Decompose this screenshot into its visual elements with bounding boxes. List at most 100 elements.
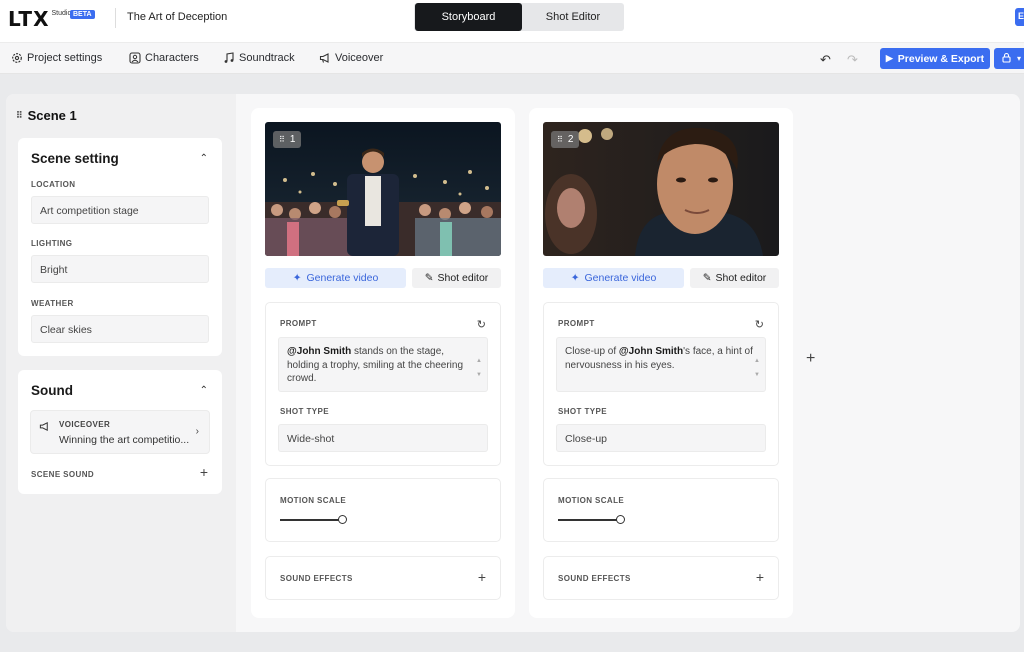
prompt-label: PROMPT <box>280 319 317 328</box>
play-icon: ▶ <box>885 53 893 63</box>
prompt-textarea[interactable]: @John Smith stands on the stage, holding… <box>278 337 488 392</box>
chevron-down-icon: ▾ <box>1017 54 1022 63</box>
prompt-section: PROMPT ↻ @John Smith stands on the stage… <box>265 302 501 466</box>
chevron-up-icon[interactable]: ⌃ <box>200 385 208 396</box>
tab-shot-editor[interactable]: Shot Editor <box>522 3 624 31</box>
preview-export-button[interactable]: ▶ Preview & Export <box>880 48 990 69</box>
lighting-field[interactable]: Bright <box>31 255 209 283</box>
shot-thumbnail[interactable]: ⠿ 2 <box>543 122 779 256</box>
shot-number-badge[interactable]: ⠿ 1 <box>273 131 302 148</box>
drag-handle-icon[interactable]: ⠿ <box>16 110 23 121</box>
generate-video-button[interactable]: ✦ Generate video <box>265 268 406 288</box>
prompt-prefix: Close-up of <box>565 346 619 357</box>
prompt-label: PROMPT <box>558 319 595 328</box>
voiceover-label: Voiceover <box>335 51 384 64</box>
characters-button[interactable]: Characters <box>128 51 199 64</box>
scene-setting-title: Scene setting <box>31 151 119 166</box>
character-mention[interactable]: @John Smith <box>619 346 683 357</box>
undo-icon[interactable]: ↶ <box>820 52 831 68</box>
prompt-section: PROMPT ↻ Close-up of @John Smith's face,… <box>543 302 779 466</box>
weather-field[interactable]: Clear skies <box>31 315 209 343</box>
gear-icon <box>10 51 23 64</box>
edit-icon: ✎ <box>424 272 434 284</box>
beta-badge: BETA <box>70 10 95 19</box>
characters-label: Characters <box>145 51 199 64</box>
drag-handle-icon: ⠿ <box>557 135 563 144</box>
scene-title[interactable]: ⠿ Scene 1 <box>16 108 77 123</box>
shot-card: ⠿ 2 ✦ Generate video ✎ Shot editor PROMP… <box>529 108 793 618</box>
sound-effects-label: SOUND EFFECTS <box>280 574 353 583</box>
storyboard-workspace: ⠿ Scene 1 Scene setting ⌃ LOCATION Art c… <box>6 94 1020 632</box>
motion-scale-knob[interactable] <box>616 515 625 524</box>
chevron-right-icon: › <box>195 426 199 437</box>
logo-side: Studio <box>52 10 72 17</box>
megaphone-icon <box>39 421 50 435</box>
motion-scale-label: MOTION SCALE <box>280 496 347 505</box>
mode-switch: Storyboard Shot Editor <box>414 3 624 31</box>
shot-number-badge[interactable]: ⠿ 2 <box>551 131 580 148</box>
soundtrack-button[interactable]: Soundtrack <box>222 51 295 64</box>
drag-handle-icon: ⠿ <box>279 135 285 144</box>
shot-type-field[interactable]: Wide-shot <box>278 424 488 452</box>
sound-card: Sound ⌃ VOICEOVER Winning the art compet… <box>18 370 222 494</box>
add-sound-effect-icon[interactable]: + <box>478 569 486 585</box>
generate-video-label: Generate video <box>584 272 657 284</box>
shot-editor-button[interactable]: ✎ Shot editor <box>690 268 779 288</box>
character-mention[interactable]: @John Smith <box>287 346 351 357</box>
add-scene-sound-icon[interactable]: + <box>200 464 208 480</box>
project-title[interactable]: The Art of Deception <box>127 11 227 23</box>
voiceover-text: Winning the art competitio... <box>59 434 190 446</box>
shot-type-label: SHOT TYPE <box>558 407 607 416</box>
scroll-arrows-icon[interactable]: ▲ ▼ <box>754 342 760 394</box>
top-bar: LTX Studio BETA The Art of Deception Sto… <box>0 0 1024 42</box>
chevron-up-icon[interactable]: ⌃ <box>200 153 208 164</box>
megaphone-icon <box>318 51 331 64</box>
scene-sound-label: SCENE SOUND <box>31 470 95 479</box>
project-settings-label: Project settings <box>27 51 103 64</box>
shot-thumbnail[interactable]: ⠿ 1 <box>265 122 501 256</box>
shot-editor-label: Shot editor <box>437 272 489 284</box>
motion-scale-knob[interactable] <box>338 515 347 524</box>
motion-scale-track[interactable] <box>280 519 342 521</box>
voiceover-button[interactable]: Voiceover <box>318 51 383 64</box>
soundtrack-label: Soundtrack <box>239 51 295 64</box>
sound-effects-section: SOUND EFFECTS + <box>265 556 501 600</box>
shot-editor-button[interactable]: ✎ Shot editor <box>412 268 501 288</box>
add-sound-effect-icon[interactable]: + <box>756 569 764 585</box>
motion-scale-section: MOTION SCALE <box>543 478 779 542</box>
character-icon <box>128 51 141 64</box>
sound-title: Sound <box>31 383 73 398</box>
motion-scale-label: MOTION SCALE <box>558 496 625 505</box>
shot-type-field[interactable]: Close-up <box>556 424 766 452</box>
voiceover-item[interactable]: VOICEOVER Winning the art competitio... … <box>30 410 210 454</box>
scene-title-label: Scene 1 <box>27 108 77 123</box>
logo-studio: Studio <box>51 10 72 17</box>
scene-setting-card: Scene setting ⌃ LOCATION Art competition… <box>18 138 222 356</box>
music-note-icon <box>222 51 235 64</box>
ltx-logo[interactable]: LTX Studio <box>8 7 71 31</box>
user-avatar[interactable]: E <box>1015 8 1024 26</box>
refresh-icon[interactable]: ↻ <box>477 318 486 331</box>
sound-effects-section: SOUND EFFECTS + <box>543 556 779 600</box>
shot-editor-label: Shot editor <box>715 272 767 284</box>
add-shot-icon[interactable]: + <box>806 350 815 368</box>
prompt-textarea[interactable]: Close-up of @John Smith's face, a hint o… <box>556 337 766 392</box>
scroll-arrows-icon[interactable]: ▲ ▼ <box>476 342 482 394</box>
tab-storyboard[interactable]: Storyboard <box>415 3 522 31</box>
sparkle-icon: ✦ <box>570 272 580 284</box>
redo-icon[interactable]: ↷ <box>847 52 858 68</box>
share-button[interactable]: ▾ <box>994 48 1024 69</box>
sound-effects-label: SOUND EFFECTS <box>558 574 631 583</box>
edit-icon: ✎ <box>702 272 712 284</box>
refresh-icon[interactable]: ↻ <box>755 318 764 331</box>
shot-card: ⠿ 1 ✦ Generate video ✎ Shot editor PROMP… <box>251 108 515 618</box>
generate-video-button[interactable]: ✦ Generate video <box>543 268 684 288</box>
location-field[interactable]: Art competition stage <box>31 196 209 224</box>
motion-scale-track[interactable] <box>558 519 620 521</box>
shot-number: 2 <box>567 134 574 145</box>
project-settings-button[interactable]: Project settings <box>10 51 102 64</box>
location-label: LOCATION <box>31 180 76 189</box>
logo-mark: LTX <box>8 7 50 31</box>
generate-video-label: Generate video <box>306 272 379 284</box>
toolbar: Project settings Characters Soundtrack V… <box>0 42 1024 74</box>
